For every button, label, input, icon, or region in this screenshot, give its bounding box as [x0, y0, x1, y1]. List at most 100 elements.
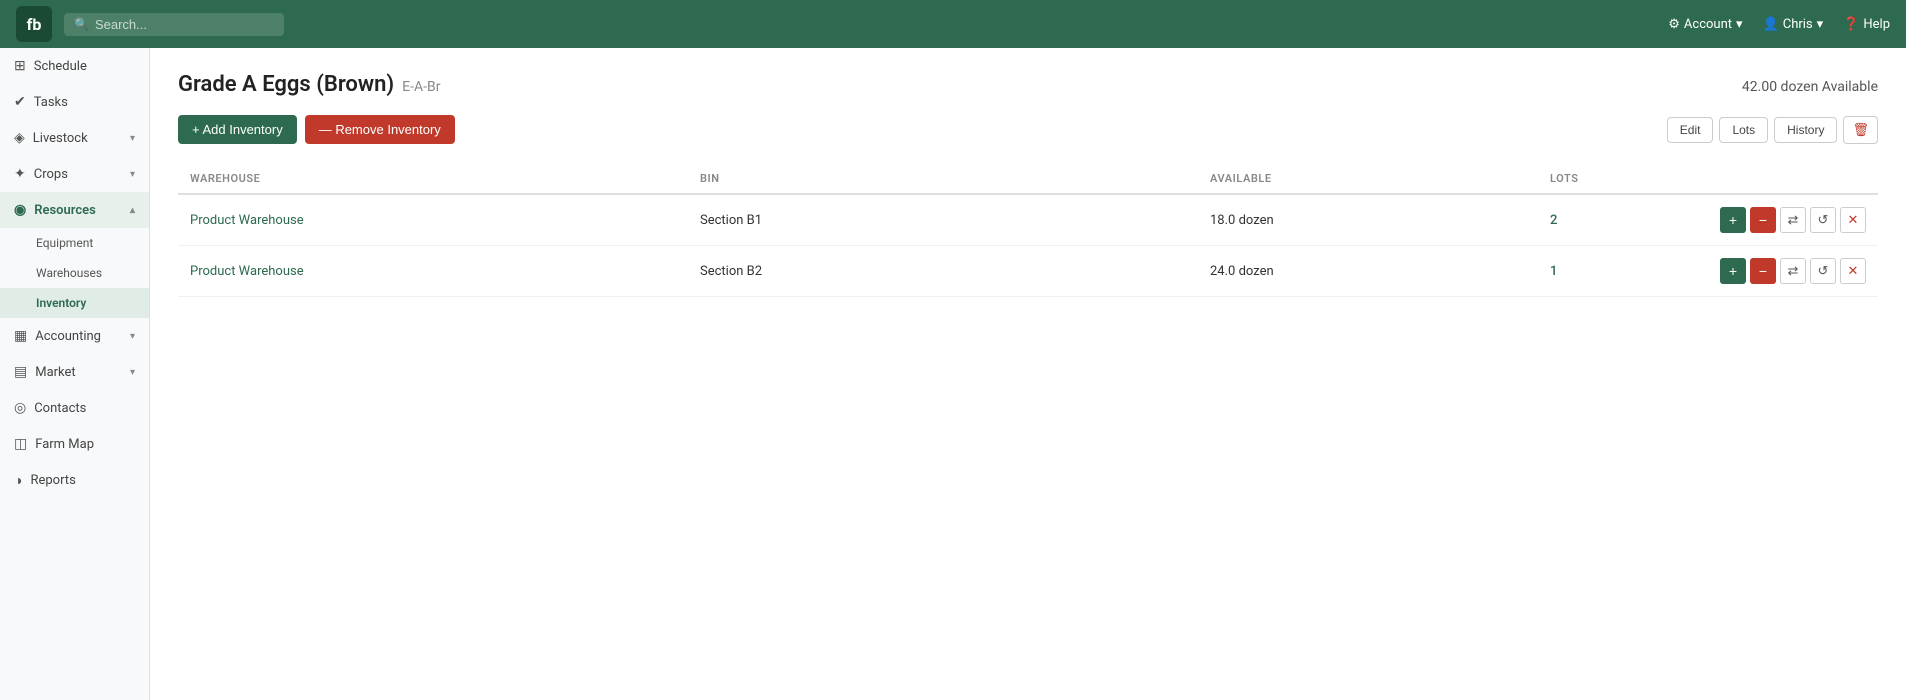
- cell-available-1: 24.0 dozen: [1198, 246, 1538, 297]
- account-menu[interactable]: ⚙ Account ▾: [1668, 17, 1742, 32]
- row-delete-button-1[interactable]: ✕: [1840, 258, 1866, 284]
- app-logo: fb: [16, 6, 52, 42]
- page-title: Grade A Eggs (Brown): [178, 72, 394, 97]
- livestock-chevron-icon: ▾: [130, 133, 135, 144]
- resources-icon: ◉: [14, 202, 26, 218]
- sidebar-item-resources[interactable]: ◉ Resources ▴: [0, 192, 149, 228]
- accounting-icon: ▦: [14, 328, 27, 344]
- sidebar-item-schedule[interactable]: ⊞ Schedule: [0, 48, 149, 84]
- sidebar-item-livestock[interactable]: ◈ Livestock ▾: [0, 120, 149, 156]
- action-right: Edit Lots History 🗑: [1667, 116, 1878, 144]
- col-header-bin: BIN: [688, 164, 1198, 194]
- user-chevron-icon: ▾: [1817, 17, 1824, 32]
- row-actions-1: + − ⇄ ↺ ✕: [1720, 258, 1866, 284]
- table-header: WAREHOUSE BIN AVAILABLE LOTS: [178, 164, 1878, 194]
- warehouse-link-1[interactable]: Product Warehouse: [190, 264, 304, 279]
- sidebar-item-label: Crops: [34, 167, 68, 182]
- sidebar-subitem-inventory[interactable]: Inventory: [0, 288, 149, 318]
- cell-warehouse-0: Product Warehouse: [178, 194, 688, 246]
- cell-lots-0: 2: [1538, 194, 1708, 246]
- row-add-button-1[interactable]: +: [1720, 258, 1746, 284]
- sidebar-item-crops[interactable]: ✦ Crops ▾: [0, 156, 149, 192]
- sidebar: ⊞ Schedule ✔ Tasks ◈ Livestock ▾ ✦ Crops…: [0, 48, 150, 700]
- sidebar-item-label: Accounting: [35, 329, 101, 344]
- row-add-button-0[interactable]: +: [1720, 207, 1746, 233]
- warehouses-label: Warehouses: [36, 266, 102, 280]
- tasks-icon: ✔: [14, 94, 26, 110]
- crops-icon: ✦: [14, 166, 26, 182]
- cell-actions-0: + − ⇄ ↺ ✕: [1708, 194, 1878, 246]
- sidebar-item-label: Tasks: [34, 95, 68, 110]
- col-header-actions: [1708, 164, 1878, 194]
- row-undo-button-0[interactable]: ↺: [1810, 207, 1836, 233]
- action-left: + Add Inventory — Remove Inventory: [178, 115, 455, 144]
- sidebar-item-accounting[interactable]: ▦ Accounting ▾: [0, 318, 149, 354]
- cell-bin-0: Section B1: [688, 194, 1198, 246]
- search-box: 🔍: [64, 13, 284, 36]
- row-undo-button-1[interactable]: ↺: [1810, 258, 1836, 284]
- sidebar-item-farm-map[interactable]: ◫ Farm Map: [0, 426, 149, 462]
- lots-link-0[interactable]: 2: [1550, 213, 1557, 228]
- help-link[interactable]: ❓ Help: [1843, 17, 1890, 32]
- sidebar-item-market[interactable]: ▤ Market ▾: [0, 354, 149, 390]
- sidebar-subitem-equipment[interactable]: Equipment: [0, 228, 149, 258]
- table-row: Product Warehouse Section B1 18.0 dozen …: [178, 194, 1878, 246]
- farm-map-icon: ◫: [14, 436, 27, 452]
- sidebar-item-label: Livestock: [33, 131, 88, 146]
- sidebar-item-label: Market: [35, 365, 75, 380]
- sidebar-item-label: Schedule: [34, 59, 87, 74]
- row-delete-button-0[interactable]: ✕: [1840, 207, 1866, 233]
- warehouse-link-0[interactable]: Product Warehouse: [190, 213, 304, 228]
- account-chevron-icon: ▾: [1736, 17, 1743, 32]
- page-code: E-A-Br: [402, 79, 440, 95]
- user-menu[interactable]: 👤 Chris ▾: [1763, 17, 1824, 32]
- row-transfer-button-0[interactable]: ⇄: [1780, 207, 1806, 233]
- accounting-chevron-icon: ▾: [130, 331, 135, 342]
- cell-actions-1: + − ⇄ ↺ ✕: [1708, 246, 1878, 297]
- account-label: Account: [1684, 17, 1732, 32]
- livestock-icon: ◈: [14, 130, 25, 146]
- sidebar-item-tasks[interactable]: ✔ Tasks: [0, 84, 149, 120]
- table-body: Product Warehouse Section B1 18.0 dozen …: [178, 194, 1878, 297]
- action-bar: + Add Inventory — Remove Inventory Edit …: [178, 115, 1878, 144]
- row-remove-button-1[interactable]: −: [1750, 258, 1776, 284]
- market-icon: ▤: [14, 364, 27, 380]
- row-remove-button-0[interactable]: −: [1750, 207, 1776, 233]
- remove-inventory-button[interactable]: — Remove Inventory: [305, 115, 455, 144]
- cell-lots-1: 1: [1538, 246, 1708, 297]
- sidebar-item-contacts[interactable]: ◎ Contacts: [0, 390, 149, 426]
- page-header: Grade A Eggs (Brown) E-A-Br 42.00 dozen …: [178, 72, 1878, 97]
- edit-button[interactable]: Edit: [1667, 117, 1714, 143]
- search-input[interactable]: [95, 17, 274, 32]
- market-chevron-icon: ▾: [130, 367, 135, 378]
- contacts-icon: ◎: [14, 400, 26, 416]
- available-text: 42.00 dozen Available: [1742, 79, 1878, 95]
- delete-button[interactable]: 🗑: [1843, 116, 1878, 144]
- lots-button[interactable]: Lots: [1719, 117, 1768, 143]
- sidebar-item-label: Resources: [34, 203, 96, 218]
- sidebar-item-reports[interactable]: ◑ Reports: [0, 462, 149, 499]
- crops-chevron-icon: ▾: [130, 169, 135, 180]
- row-transfer-button-1[interactable]: ⇄: [1780, 258, 1806, 284]
- help-label: Help: [1863, 17, 1890, 32]
- top-nav: fb 🔍 ⚙ Account ▾ 👤 Chris ▾ ❓ Help: [0, 0, 1906, 48]
- sidebar-item-label: Contacts: [34, 401, 86, 416]
- main-content: Grade A Eggs (Brown) E-A-Br 42.00 dozen …: [150, 48, 1906, 700]
- inventory-table: WAREHOUSE BIN AVAILABLE LOTS Product War…: [178, 164, 1878, 297]
- cell-bin-1: Section B2: [688, 246, 1198, 297]
- nav-right: ⚙ Account ▾ 👤 Chris ▾ ❓ Help: [1668, 17, 1890, 32]
- table-row: Product Warehouse Section B2 24.0 dozen …: [178, 246, 1878, 297]
- user-icon: 👤: [1763, 17, 1779, 32]
- schedule-icon: ⊞: [14, 58, 26, 74]
- col-header-available: AVAILABLE: [1198, 164, 1538, 194]
- sidebar-subitem-warehouses[interactable]: Warehouses: [0, 258, 149, 288]
- cell-available-0: 18.0 dozen: [1198, 194, 1538, 246]
- add-inventory-button[interactable]: + Add Inventory: [178, 115, 297, 144]
- lots-link-1[interactable]: 1: [1550, 264, 1557, 279]
- gear-icon: ⚙: [1668, 17, 1680, 32]
- sidebar-item-label: Reports: [30, 473, 75, 488]
- reports-icon: ◑: [14, 472, 22, 489]
- page-title-block: Grade A Eggs (Brown) E-A-Br: [178, 72, 440, 97]
- history-button[interactable]: History: [1774, 117, 1837, 143]
- cell-warehouse-1: Product Warehouse: [178, 246, 688, 297]
